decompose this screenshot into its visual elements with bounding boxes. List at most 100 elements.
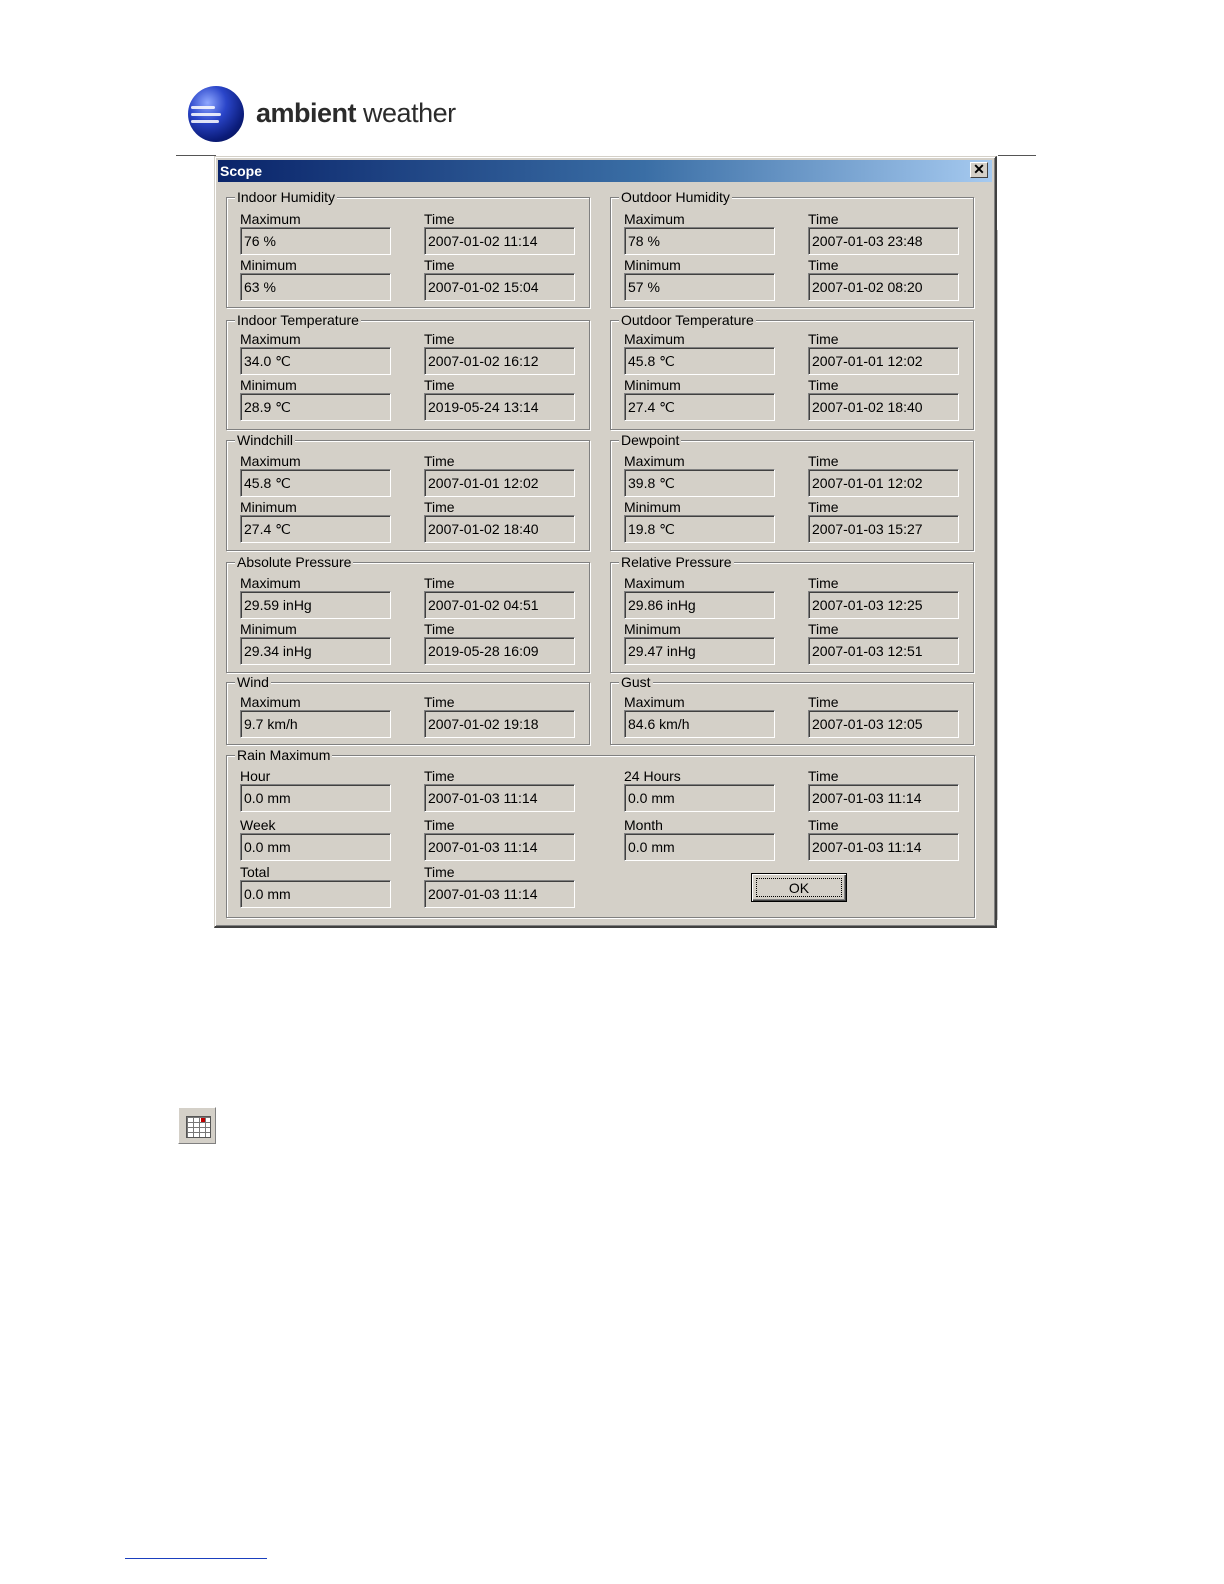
outdoor-temperature-min-time-field[interactable]: 2007-01-02 18:40 xyxy=(808,393,959,421)
ok-button[interactable]: OK xyxy=(751,873,847,902)
time-label: Time xyxy=(808,768,839,784)
relative-pressure-max-time-field[interactable]: 2007-01-03 12:25 xyxy=(808,591,959,619)
time-label: Time xyxy=(424,864,455,880)
time-label: Time xyxy=(808,499,839,515)
rain-week-time-field[interactable]: 2007-01-03 11:14 xyxy=(424,833,575,861)
time-label: Time xyxy=(808,453,839,469)
rain-24-hours-field[interactable]: 0.0 mm xyxy=(624,784,775,812)
outdoor-humidity-min-field[interactable]: 57 % xyxy=(624,273,775,301)
group-indoor-temperature: Indoor Temperature Maximum Time 34.0 ℃ 2… xyxy=(226,312,590,430)
rain-month-time-field[interactable]: 2007-01-03 11:14 xyxy=(808,833,959,861)
dewpoint-min-field[interactable]: 19.8 ℃ xyxy=(624,515,775,543)
indoor-humidity-max-field[interactable]: 76 % xyxy=(240,227,391,255)
ok-button-label: OK xyxy=(756,878,842,897)
gust-max-time-field[interactable]: 2007-01-03 12:05 xyxy=(808,710,959,738)
relative-pressure-min-field[interactable]: 29.47 inHg xyxy=(624,637,775,665)
rain-month-field[interactable]: 0.0 mm xyxy=(624,833,775,861)
header-rule xyxy=(998,155,1036,156)
group-title: Indoor Temperature xyxy=(235,312,361,328)
time-label: Time xyxy=(808,575,839,591)
rain-total-field[interactable]: 0.0 mm xyxy=(240,880,391,908)
time-label: Time xyxy=(424,575,455,591)
maximum-label: Maximum xyxy=(624,694,685,710)
maximum-label: Maximum xyxy=(624,211,685,227)
hour-label: Hour xyxy=(240,768,271,784)
minimum-label: Minimum xyxy=(240,377,297,393)
dewpoint-min-time-field[interactable]: 2007-01-03 15:27 xyxy=(808,515,959,543)
indoor-humidity-min-time-field[interactable]: 2007-01-02 15:04 xyxy=(424,273,575,301)
time-label: Time xyxy=(424,453,455,469)
dialog-title: Scope xyxy=(220,163,263,179)
absolute-pressure-max-time-field[interactable]: 2007-01-02 04:51 xyxy=(424,591,575,619)
absolute-pressure-min-time-field[interactable]: 2019-05-28 16:09 xyxy=(424,637,575,665)
maximum-label: Maximum xyxy=(624,331,685,347)
group-title: Wind xyxy=(235,674,271,690)
header-rule xyxy=(176,155,216,156)
close-button[interactable]: ✕ xyxy=(970,162,988,178)
outdoor-humidity-min-time-field[interactable]: 2007-01-02 08:20 xyxy=(808,273,959,301)
group-title: Outdoor Temperature xyxy=(619,312,756,328)
wind-max-field[interactable]: 9.7 km/h xyxy=(240,710,391,738)
24-hours-label: 24 Hours xyxy=(624,768,681,784)
indoor-temperature-max-time-field[interactable]: 2007-01-02 16:12 xyxy=(424,347,575,375)
windchill-max-field[interactable]: 45.8 ℃ xyxy=(240,469,391,497)
brand-name: ambient weather xyxy=(256,98,456,128)
windchill-min-time-field[interactable]: 2007-01-02 18:40 xyxy=(424,515,575,543)
minimum-label: Minimum xyxy=(624,621,681,637)
calendar-icon[interactable] xyxy=(178,1107,216,1144)
maximum-label: Maximum xyxy=(240,453,301,469)
time-label: Time xyxy=(424,621,455,637)
group-title: Rain Maximum xyxy=(235,747,333,763)
minimum-label: Minimum xyxy=(624,257,681,273)
time-label: Time xyxy=(424,331,455,347)
wind-max-time-field[interactable]: 2007-01-02 19:18 xyxy=(424,710,575,738)
absolute-pressure-min-field[interactable]: 29.34 inHg xyxy=(240,637,391,665)
windchill-min-field[interactable]: 27.4 ℃ xyxy=(240,515,391,543)
time-label: Time xyxy=(424,499,455,515)
indoor-humidity-max-time-field[interactable]: 2007-01-02 11:14 xyxy=(424,227,575,255)
outdoor-temperature-max-time-field[interactable]: 2007-01-01 12:02 xyxy=(808,347,959,375)
rain-hour-time-field[interactable]: 2007-01-03 11:14 xyxy=(424,784,575,812)
absolute-pressure-max-field[interactable]: 29.59 inHg xyxy=(240,591,391,619)
indoor-temperature-min-time-field[interactable]: 2019-05-24 13:14 xyxy=(424,393,575,421)
dewpoint-max-time-field[interactable]: 2007-01-01 12:02 xyxy=(808,469,959,497)
outdoor-temperature-max-field[interactable]: 45.8 ℃ xyxy=(624,347,775,375)
time-label: Time xyxy=(808,211,839,227)
rain-total-time-field[interactable]: 2007-01-03 11:14 xyxy=(424,880,575,908)
time-label: Time xyxy=(424,257,455,273)
time-label: Time xyxy=(424,377,455,393)
relative-pressure-min-time-field[interactable]: 2007-01-03 12:51 xyxy=(808,637,959,665)
group-title: Indoor Humidity xyxy=(235,189,338,205)
time-label: Time xyxy=(808,377,839,393)
outdoor-temperature-min-field[interactable]: 27.4 ℃ xyxy=(624,393,775,421)
group-rain-maximum: Rain Maximum Hour Time 0.0 mm 2007-01-03… xyxy=(226,747,975,918)
group-title: Gust xyxy=(619,674,653,690)
dewpoint-max-field[interactable]: 39.8 ℃ xyxy=(624,469,775,497)
month-label: Month xyxy=(624,817,663,833)
dialog-titlebar[interactable]: Scope ✕ xyxy=(218,160,992,182)
relative-pressure-max-field[interactable]: 29.86 inHg xyxy=(624,591,775,619)
rain-24-hours-time-field[interactable]: 2007-01-03 11:14 xyxy=(808,784,959,812)
outdoor-humidity-max-field[interactable]: 78 % xyxy=(624,227,775,255)
rain-week-field[interactable]: 0.0 mm xyxy=(240,833,391,861)
group-indoor-humidity: Indoor Humidity Maximum Time 76 % 2007-0… xyxy=(226,189,590,308)
indoor-temperature-max-field[interactable]: 34.0 ℃ xyxy=(240,347,391,375)
group-gust: Gust Maximum Time 84.6 km/h 2007-01-03 1… xyxy=(610,674,974,745)
time-label: Time xyxy=(808,331,839,347)
ambient-weather-logo: ambient weather xyxy=(188,86,488,146)
minimum-label: Minimum xyxy=(624,499,681,515)
indoor-humidity-min-field[interactable]: 63 % xyxy=(240,273,391,301)
minimum-label: Minimum xyxy=(240,499,297,515)
outdoor-humidity-max-time-field[interactable]: 2007-01-03 23:48 xyxy=(808,227,959,255)
time-label: Time xyxy=(424,211,455,227)
time-label: Time xyxy=(808,694,839,710)
group-title: Outdoor Humidity xyxy=(619,189,732,205)
indoor-temperature-min-field[interactable]: 28.9 ℃ xyxy=(240,393,391,421)
group-title: Dewpoint xyxy=(619,432,682,448)
maximum-label: Maximum xyxy=(240,575,301,591)
windchill-max-time-field[interactable]: 2007-01-01 12:02 xyxy=(424,469,575,497)
rain-hour-field[interactable]: 0.0 mm xyxy=(240,784,391,812)
calendar-grid xyxy=(186,1116,211,1138)
maximum-label: Maximum xyxy=(240,694,301,710)
gust-max-field[interactable]: 84.6 km/h xyxy=(624,710,775,738)
